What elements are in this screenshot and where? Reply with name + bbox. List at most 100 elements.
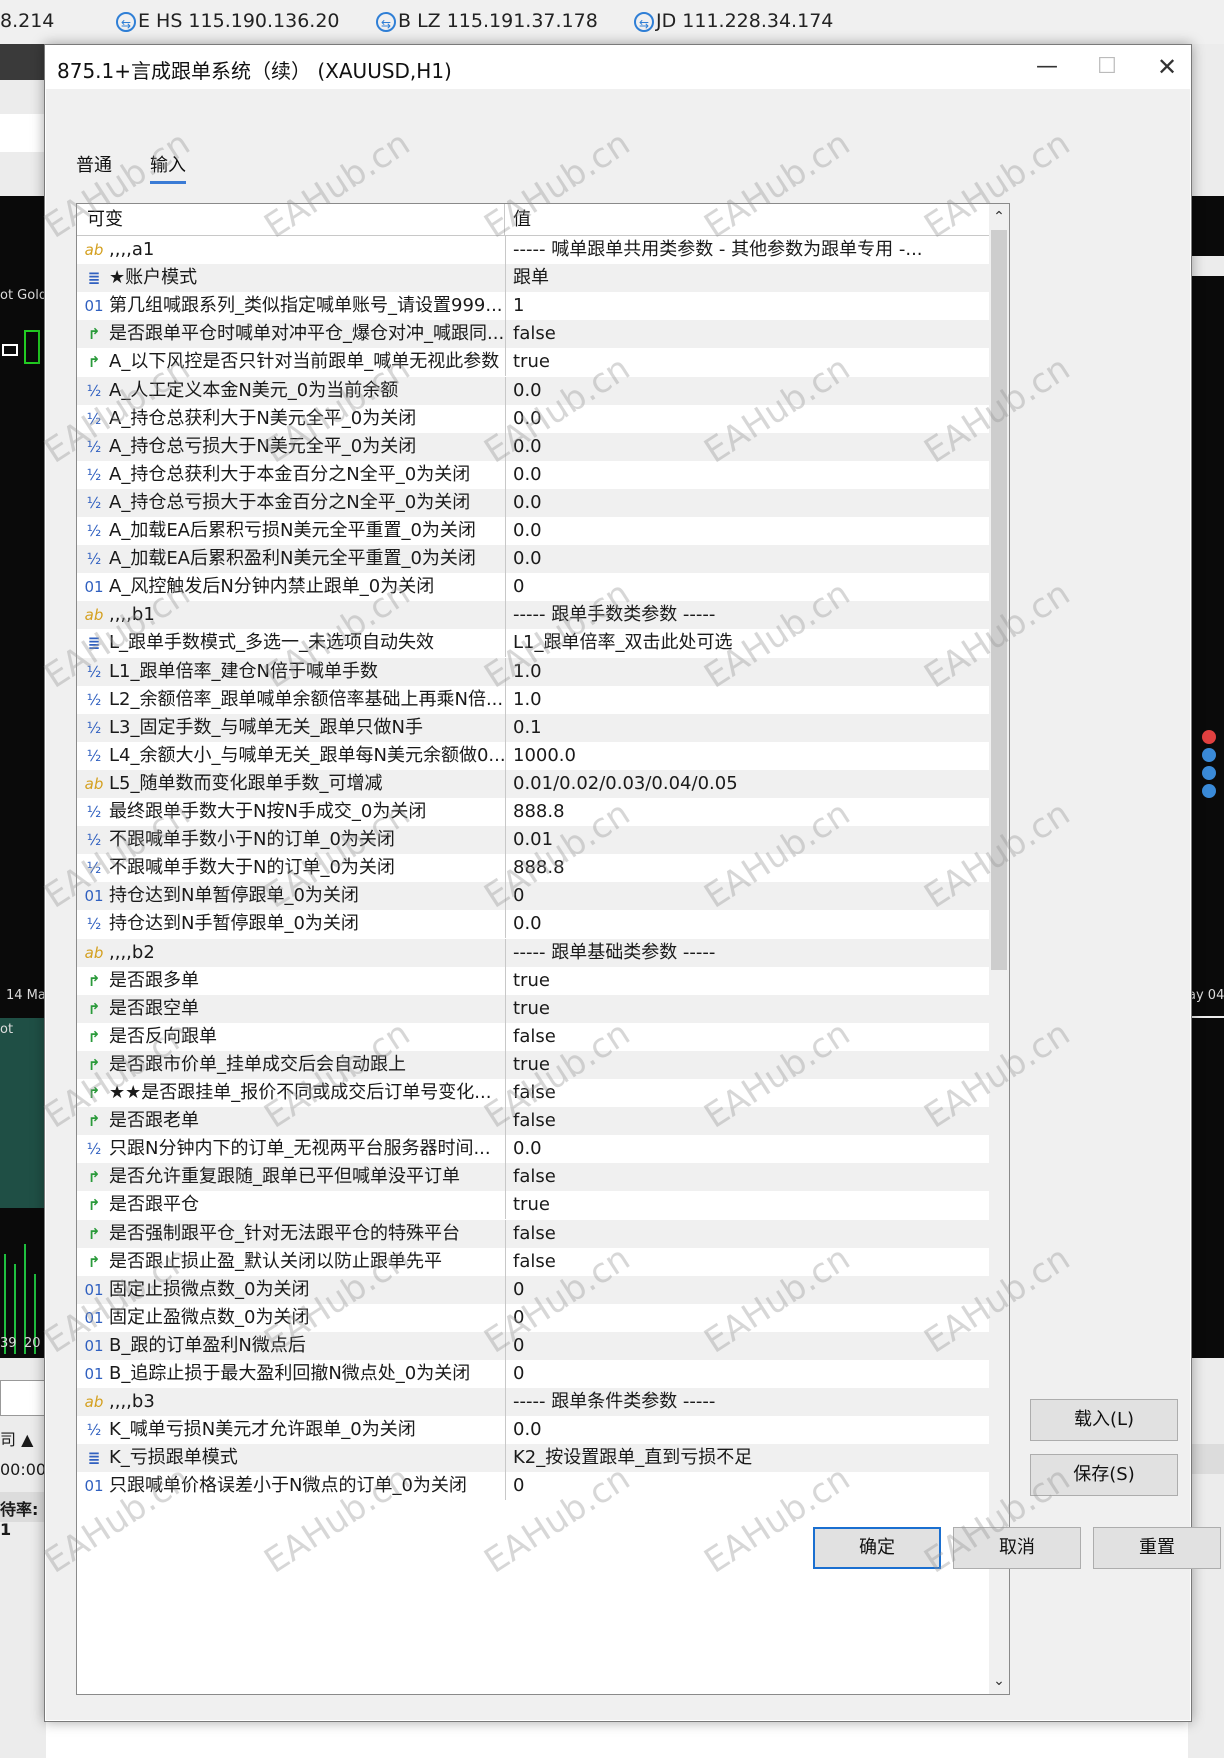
server-item[interactable]: 8.214: [0, 10, 54, 32]
load-button[interactable]: 载入(L): [1030, 1399, 1178, 1441]
cancel-button[interactable]: 取消: [953, 1527, 1081, 1569]
server-item[interactable]: ⇆ B LZ 115.191.37.178: [376, 10, 598, 32]
parameter-row[interactable]: ab L5_随单数而变化跟单手数_可增减 0.01/0.02/0.03/0.04/0…: [77, 769, 989, 798]
parameter-value[interactable]: 0.0: [505, 1416, 989, 1444]
parameter-value[interactable]: K2_按设置跟单_直到亏损不足: [505, 1444, 989, 1472]
parameter-row[interactable]: ½ L1_跟单倍率_建仓N倍于喊单手数 1.0: [77, 657, 989, 686]
parameter-value[interactable]: 0: [505, 1304, 989, 1332]
parameter-value[interactable]: false: [505, 1220, 989, 1248]
parameter-row[interactable]: ½ L4_余额大小_与喊单无关_跟单每N美元余额做0.... 1000.0: [77, 741, 989, 770]
parameter-value[interactable]: 0.0: [505, 489, 989, 517]
parameter-value[interactable]: false: [505, 1107, 989, 1135]
vertical-scrollbar[interactable]: ⌃ ⌄: [989, 204, 1009, 1694]
server-item[interactable]: ⇆ E HS 115.190.136.20: [116, 10, 340, 32]
parameter-row[interactable]: 01 持仓达到N单暂停跟单_0为关闭 0: [77, 882, 989, 911]
parameter-row[interactable]: ↱ 是否强制跟平仓_针对无法跟平仓的特殊平台 false: [77, 1219, 989, 1248]
parameter-row[interactable]: ½ A_持仓总亏损大于本金百分之N全平_0为关闭 0.0: [77, 488, 989, 517]
parameter-value[interactable]: 0.01: [505, 826, 989, 854]
parameter-row[interactable]: 01 A_风控触发后N分钟内禁止跟单_0为关闭 0: [77, 573, 989, 602]
parameter-value[interactable]: false: [505, 320, 989, 348]
parameter-value[interactable]: false: [505, 1163, 989, 1191]
parameter-value[interactable]: true: [505, 995, 989, 1023]
parameter-row[interactable]: ↱ 是否跟平仓 true: [77, 1191, 989, 1220]
parameter-value[interactable]: 1000.0: [505, 742, 989, 770]
parameter-value[interactable]: 跟单: [505, 264, 989, 292]
parameter-value[interactable]: 0.1: [505, 714, 989, 742]
parameter-row[interactable]: ½ A_加载EA后累积盈利N美元全平重置_0为关闭 0.0: [77, 545, 989, 574]
parameter-row[interactable]: ½ 最终跟单手数大于N按N手成交_0为关闭 888.8: [77, 798, 989, 827]
parameter-value[interactable]: 1: [505, 292, 989, 320]
ok-button[interactable]: 确定: [813, 1527, 941, 1569]
parameter-row[interactable]: ab ,,,,a1 ----- 喊单跟单共用类参数 - 其他参数为跟单专用 -...: [77, 236, 989, 265]
parameter-row[interactable]: 01 只跟喊单价格误差小于N微点的订单_0为关闭 0: [77, 1472, 989, 1501]
parameter-row[interactable]: ab ,,,,b1 ----- 跟单手数类参数 -----: [77, 601, 989, 630]
parameter-row[interactable]: ab ,,,,b3 ----- 跟单条件类参数 -----: [77, 1388, 989, 1417]
parameter-row[interactable]: ½ A_持仓总亏损大于N美元全平_0为关闭 0.0: [77, 432, 989, 461]
parameter-value[interactable]: 0.0: [505, 1135, 989, 1163]
parameter-row[interactable]: ½ A_加载EA后累积亏损N美元全平重置_0为关闭 0.0: [77, 517, 989, 546]
parameter-value[interactable]: 888.8: [505, 854, 989, 882]
parameter-row[interactable]: 01 固定止损微点数_0为关闭 0: [77, 1275, 989, 1304]
parameter-row[interactable]: ½ 不跟喊单手数小于N的订单_0为关闭 0.01: [77, 826, 989, 855]
parameter-row[interactable]: ≣ ★账户模式 跟单: [77, 264, 989, 293]
column-header-variable[interactable]: 可变: [77, 204, 505, 236]
parameter-row[interactable]: ≣ L_跟单手数模式_多选一_未选项自动失效 L1_跟单倍率_双击此处可选: [77, 629, 989, 658]
title-bar[interactable]: 875.1+言成跟单系统（续） (XAUUSD,H1) — ☐ ✕: [45, 45, 1191, 89]
maximize-button[interactable]: ☐: [1077, 49, 1137, 85]
parameter-value[interactable]: 0.0: [505, 377, 989, 405]
parameter-value[interactable]: ----- 喊单跟单共用类参数 - 其他参数为跟单专用 -...: [505, 236, 989, 264]
parameter-row[interactable]: ½ K_喊单亏损N美元才允许跟单_0为关闭 0.0: [77, 1416, 989, 1445]
parameter-row[interactable]: ↱ 是否允许重复跟随_跟单已平但喊单没平订单 false: [77, 1163, 989, 1192]
parameter-row[interactable]: ↱ 是否跟老单 false: [77, 1107, 989, 1136]
scroll-down-icon[interactable]: ⌄: [989, 1670, 1009, 1692]
parameter-row[interactable]: ½ A_持仓总获利大于本金百分之N全平_0为关闭 0.0: [77, 460, 989, 489]
parameter-value[interactable]: 0: [505, 1332, 989, 1360]
parameter-row[interactable]: ↱ A_以下风控是否只针对当前跟单_喊单无视此参数 true: [77, 348, 989, 377]
parameter-value[interactable]: true: [505, 1191, 989, 1219]
parameter-value[interactable]: 0.0: [505, 910, 989, 938]
scroll-thumb[interactable]: [991, 230, 1007, 970]
parameter-value[interactable]: true: [505, 348, 989, 376]
parameter-value[interactable]: 1.0: [505, 686, 989, 714]
column-header-value[interactable]: 值: [505, 204, 989, 236]
parameter-row[interactable]: ↱ 是否反向跟单 false: [77, 1022, 989, 1051]
reset-button[interactable]: 重置: [1093, 1527, 1221, 1569]
tab-common[interactable]: 普通: [76, 151, 112, 177]
parameter-value[interactable]: 0: [505, 1472, 989, 1500]
parameter-row[interactable]: ½ A_人工定义本金N美元_0为当前余额 0.0: [77, 376, 989, 405]
minimize-button[interactable]: —: [1017, 49, 1077, 85]
parameter-value[interactable]: 0.0: [505, 517, 989, 545]
parameter-value[interactable]: ----- 跟单基础类参数 -----: [505, 939, 989, 967]
parameter-row[interactable]: 01 B_跟的订单盈利N微点后 0: [77, 1331, 989, 1360]
parameter-value[interactable]: L1_跟单倍率_双击此处可选: [505, 629, 989, 657]
parameter-value[interactable]: 0.0: [505, 433, 989, 461]
server-item[interactable]: ⇆ JD 111.228.34.174: [634, 10, 833, 32]
parameter-value[interactable]: false: [505, 1248, 989, 1276]
parameter-value[interactable]: true: [505, 1051, 989, 1079]
parameter-row[interactable]: ½ 不跟喊单手数大于N的订单_0为关闭 888.8: [77, 854, 989, 883]
scroll-up-icon[interactable]: ⌃: [989, 206, 1009, 228]
parameter-row[interactable]: ½ 只跟N分钟内下的订单_无视两平台服务器时间... 0.0: [77, 1135, 989, 1164]
parameter-value[interactable]: 0: [505, 1360, 989, 1388]
parameter-value[interactable]: 0.0: [505, 545, 989, 573]
parameter-value[interactable]: 0.01/0.02/0.03/0.04/0.05: [505, 770, 989, 798]
parameter-value[interactable]: 1.0: [505, 658, 989, 686]
tab-inputs[interactable]: 输入: [150, 151, 186, 184]
parameter-row[interactable]: ↱ 是否跟多单 true: [77, 966, 989, 995]
parameter-row[interactable]: ab ,,,,b2 ----- 跟单基础类参数 -----: [77, 938, 989, 967]
parameter-row[interactable]: ≣ K_亏损跟单模式 K2_按设置跟单_直到亏损不足: [77, 1444, 989, 1473]
parameter-row[interactable]: 01 B_追踪止损于最大盈利回撤N微点处_0为关闭 0: [77, 1360, 989, 1389]
parameter-value[interactable]: ----- 跟单条件类参数 -----: [505, 1388, 989, 1416]
parameter-value[interactable]: true: [505, 967, 989, 995]
parameter-value[interactable]: 0: [505, 882, 989, 910]
save-button[interactable]: 保存(S): [1030, 1454, 1178, 1496]
parameter-value[interactable]: 0.0: [505, 405, 989, 433]
parameter-row[interactable]: ↱ 是否跟止损止盈_默认关闭以防止跟单先平 false: [77, 1247, 989, 1276]
parameter-value[interactable]: ----- 跟单手数类参数 -----: [505, 601, 989, 629]
parameter-row[interactable]: ½ L3_固定手数_与喊单无关_跟单只做N手 0.1: [77, 713, 989, 742]
parameter-row[interactable]: 01 第几组喊跟系列_类似指定喊单账号_请设置999... 1: [77, 292, 989, 321]
parameter-value[interactable]: false: [505, 1079, 989, 1107]
parameter-value[interactable]: 0.0: [505, 461, 989, 489]
parameter-row[interactable]: ½ 持仓达到N手暂停跟单_0为关闭 0.0: [77, 910, 989, 939]
parameter-row[interactable]: 01 固定止盈微点数_0为关闭 0: [77, 1303, 989, 1332]
